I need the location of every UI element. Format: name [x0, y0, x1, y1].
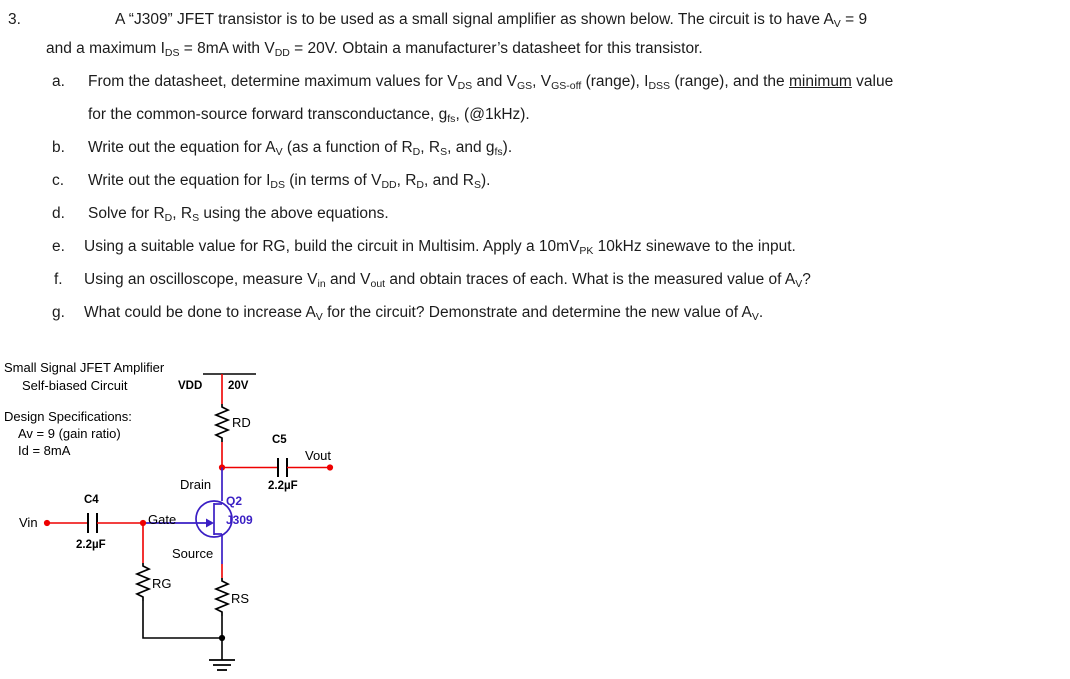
- schematic-title-line-1: Small Signal JFET Amplifier: [4, 360, 165, 375]
- rg-resistor-symbol: [134, 563, 152, 601]
- rg-to-ground-wire: [142, 601, 222, 639]
- jfet-gate-arrow: [206, 518, 214, 528]
- gate-label: Gate: [148, 512, 177, 527]
- item-d-line-1: Solve for RD, RS using the above equatio…: [88, 205, 389, 224]
- item-a-line-1: From the datasheet, determine maximum va…: [88, 73, 894, 92]
- item-letter-d: d.: [52, 205, 65, 222]
- circuit-schematic: Small Signal JFET Amplifier Self-biased …: [0, 352, 420, 679]
- design-spec-heading: Design Specifications:: [4, 409, 132, 424]
- vin-terminal-dot: [43, 519, 51, 527]
- item-c-line-1: Write out the equation for IDS (in terms…: [88, 172, 491, 191]
- item-letter-c: c.: [52, 172, 65, 189]
- question-intro-line-1: A “J309” JFET transistor is to be used a…: [115, 11, 868, 30]
- vin-label: Vin: [19, 515, 38, 530]
- vout-terminal-dot: [326, 464, 334, 471]
- rd-label: RD: [232, 415, 251, 430]
- rs-resistor-symbol: [213, 578, 231, 616]
- rd-resistor-symbol: [213, 404, 231, 442]
- design-spec-av: Av = 9 (gain ratio): [18, 426, 121, 441]
- item-letter-g: g.: [52, 304, 65, 321]
- rg-label: RG: [152, 576, 172, 591]
- rs-label: RS: [231, 591, 250, 606]
- item-e-line-1: Using a suitable value for RG, build the…: [84, 238, 796, 257]
- item-letter-b: b.: [52, 139, 65, 156]
- vdd-label: VDD: [178, 380, 203, 392]
- c5-value-label: 2.2µF: [268, 480, 298, 492]
- transistor-ref-designator: Q2: [226, 494, 243, 508]
- drain-label: Drain: [180, 477, 212, 492]
- item-f-line-1: Using an oscilloscope, measure Vin and V…: [84, 271, 811, 290]
- vdd-value-label: 20V: [228, 380, 249, 392]
- schematic-title-line-2: Self-biased Circuit: [22, 378, 128, 393]
- source-label: Source: [172, 546, 214, 561]
- item-letter-e: e.: [52, 238, 65, 255]
- item-g-line-1: What could be done to increase AV for th…: [84, 304, 764, 323]
- vout-label: Vout: [305, 448, 332, 463]
- question-number: 3.: [8, 11, 21, 28]
- design-spec-id: Id = 8mA: [18, 443, 71, 458]
- item-letter-a: a.: [52, 73, 65, 90]
- schematic-wires: [43, 373, 334, 671]
- c4-value-label: 2.2µF: [76, 539, 106, 551]
- item-b-line-1: Write out the equation for AV (as a func…: [88, 139, 513, 158]
- item-a-line-2: for the common-source forward transcondu…: [88, 106, 530, 125]
- question-intro-line-2: and a maximum IDS = 8mA with VDD = 20V. …: [46, 40, 703, 59]
- c5-label: C5: [272, 434, 287, 446]
- item-letter-f: f.: [54, 271, 63, 288]
- transistor-part-number: J309: [226, 513, 253, 527]
- c4-label: C4: [84, 494, 99, 506]
